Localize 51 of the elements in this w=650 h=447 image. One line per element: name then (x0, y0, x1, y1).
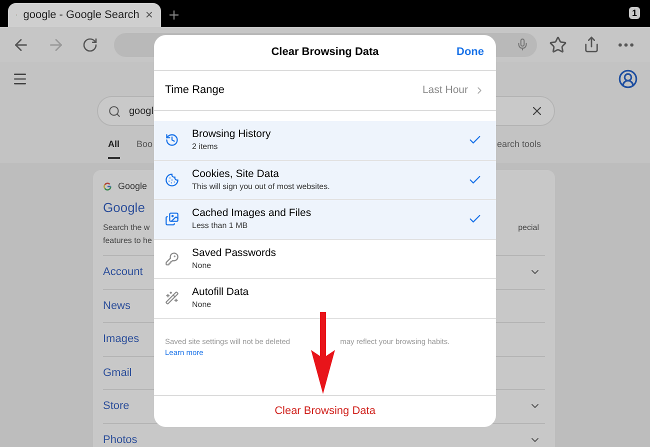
tab-close-button[interactable]: × (145, 5, 153, 25)
row-title: Browsing History (192, 128, 271, 142)
browser-tab[interactable]: google - Google Search × (8, 3, 161, 27)
search-query: googl (129, 104, 154, 118)
menu-icon[interactable] (12, 71, 28, 87)
history-icon (165, 133, 179, 148)
time-range-value: Last Hour (422, 82, 468, 98)
filter-tab[interactable]: All (108, 138, 120, 158)
data-type-row[interactable]: Cached Images and Files Less than 1 MB (154, 200, 496, 240)
result-link[interactable]: Photos (103, 432, 138, 447)
data-type-row[interactable]: Cookies, Site Data This will sign you out of most websites. (154, 160, 496, 200)
result-link[interactable]: Store (103, 398, 130, 414)
row-subtitle: 2 items (192, 141, 219, 152)
search-icon (108, 104, 121, 118)
tab-count-badge[interactable]: 1 (628, 7, 640, 19)
reload-icon[interactable] (82, 36, 98, 52)
snippet-text: features to he (103, 235, 152, 247)
snippet-text: Search the w (103, 222, 151, 234)
new-tab-icon[interactable] (167, 8, 181, 22)
filter-tab[interactable]: Boo (136, 138, 153, 156)
share-icon[interactable] (583, 36, 600, 53)
result-link[interactable]: Gmail (103, 364, 132, 381)
result-link[interactable]: News (103, 298, 131, 314)
snippet-text: pecial (518, 222, 539, 234)
cookie-icon (165, 172, 179, 187)
result-link[interactable]: Images (103, 331, 140, 348)
time-range-label: Time Range (165, 83, 225, 98)
filter-tab[interactable]: earch tools (496, 138, 541, 156)
row-subtitle: None (192, 299, 212, 310)
row-subtitle: Less than 1 MB (192, 220, 249, 232)
time-range-row[interactable]: Time Range Last Hour (154, 71, 496, 111)
bookmark-star-icon[interactable] (549, 36, 567, 54)
row-subtitle: None (192, 260, 212, 271)
clear-browsing-data-button[interactable]: Clear Browsing Data (154, 395, 496, 427)
profile-icon[interactable] (618, 69, 638, 89)
dialog-title: Clear Browsing Data (271, 45, 379, 60)
row-title: Cookies, Site Data (192, 168, 280, 181)
row-title: Cached Images and Files (192, 207, 312, 220)
done-button[interactable]: Done (456, 44, 484, 61)
row-title: Saved Passwords (192, 246, 276, 260)
tab-title: google - Google Search (23, 8, 140, 23)
result-link[interactable]: Account (103, 264, 143, 280)
row-subtitle: This will sign you out of most websites. (192, 180, 330, 192)
row-title: Autofill Data (192, 286, 249, 300)
result-source: Google (118, 180, 148, 193)
clear-search-icon[interactable] (530, 104, 544, 118)
data-type-row[interactable]: Browsing History 2 items (154, 121, 496, 160)
key-icon (165, 252, 179, 266)
magic-wand-icon (165, 291, 179, 306)
microphone-icon[interactable] (516, 38, 529, 51)
images-icon (165, 212, 179, 226)
